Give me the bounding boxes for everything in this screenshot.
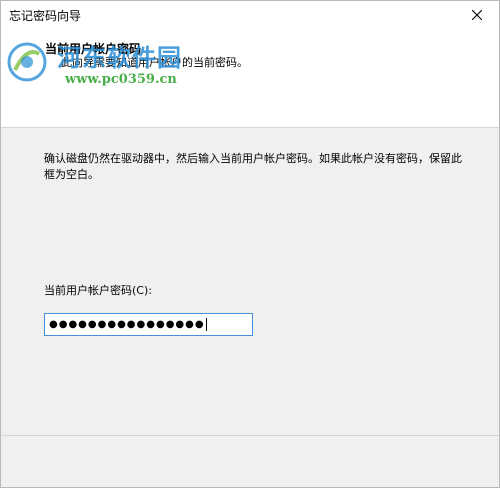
title-bar[interactable]: 忘记密码向导 [1,1,499,28]
hedong-logo-icon [5,40,49,84]
password-label: 当前用户帐户密码(C): [44,284,152,297]
instructions-text: 确认磁盘仍然在驱动器中，然后输入当前用户帐户密码。如果此帐户没有密码，保留此框为… [44,152,462,181]
footer-divider [1,435,499,436]
text-caret [205,318,207,331]
window-title: 忘记密码向导 [9,9,82,23]
watermark-brand: 河东软件园 [57,43,182,72]
close-icon [471,5,483,24]
wizard-window: 忘记密码向导 当前用户帐户密码 此向导需要知道用户帐户的当前密码。 河东软件园 … [0,0,500,488]
watermark-url: www.pc0359.cn [65,72,177,87]
close-button[interactable] [455,1,499,28]
password-masked-value: ●●●●●●●●●●●●●●●● [49,319,205,330]
password-input[interactable]: ●●●●●●●●●●●●●●●● [44,313,253,336]
wizard-header: 当前用户帐户密码 此向导需要知道用户帐户的当前密码。 河东软件园 www.pc0… [1,28,499,128]
